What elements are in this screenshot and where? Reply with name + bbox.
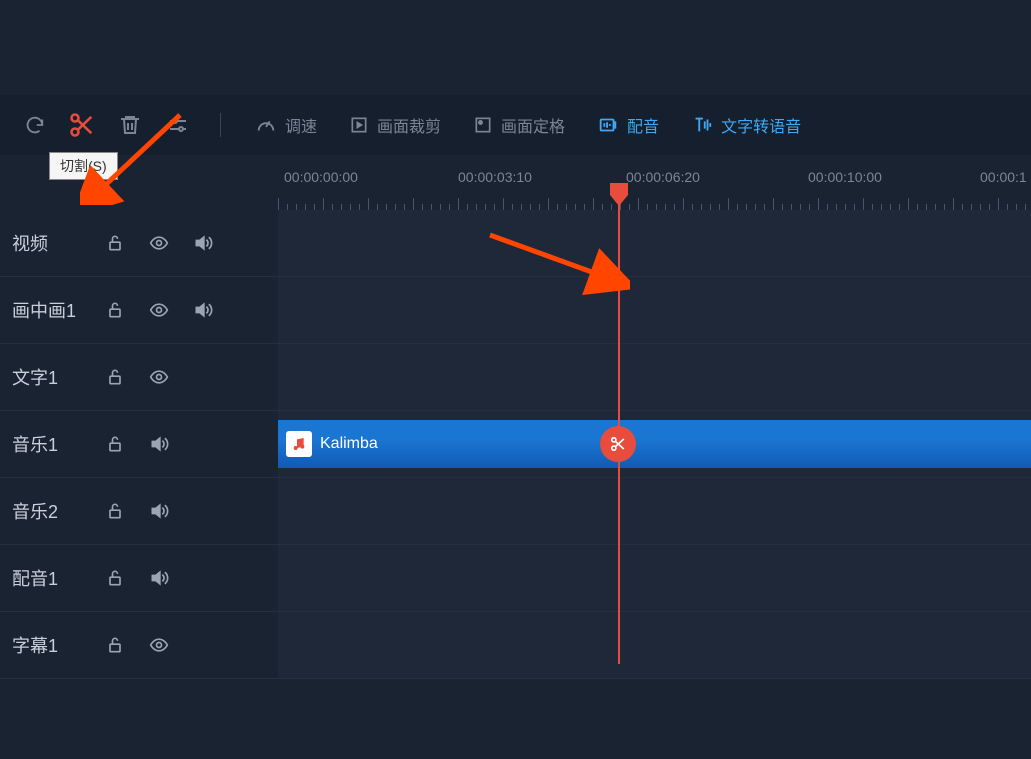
toolbar: 切割(S) 调速 画面裁剪 画面定格 配音 文字转语音: [0, 95, 1031, 155]
audio-clip[interactable]: Kalimba: [278, 420, 1031, 468]
track-lane[interactable]: Kalimba: [278, 411, 1031, 478]
voiceover-label: 配音: [627, 113, 659, 137]
lock-icon[interactable]: [102, 632, 128, 658]
track-lane[interactable]: [278, 612, 1031, 679]
crop-button[interactable]: 画面裁剪: [349, 113, 441, 137]
freeze-button[interactable]: 画面定格: [473, 113, 565, 137]
track-header: 文字1: [0, 344, 278, 411]
crop-label: 画面裁剪: [377, 113, 441, 137]
freeze-label: 画面定格: [501, 113, 565, 137]
speed-button[interactable]: 调速: [255, 113, 317, 137]
track-name-label: 音乐1: [12, 431, 84, 457]
lock-icon[interactable]: [102, 498, 128, 524]
track-name-label: 音乐2: [12, 498, 84, 524]
lock-icon[interactable]: [102, 364, 128, 390]
adjust-button[interactable]: [160, 107, 196, 143]
track-lane[interactable]: [278, 277, 1031, 344]
ruler-time: 00:00:1: [980, 169, 1027, 185]
speaker-icon[interactable]: [190, 297, 216, 323]
track-header: 字幕1: [0, 612, 278, 679]
lock-icon[interactable]: [102, 431, 128, 457]
speaker-icon[interactable]: [146, 431, 172, 457]
track-labels-panel: 视频画中画1 文字1 音乐1 音乐2 配音1 字幕1: [0, 155, 278, 664]
clip-name-label: Kalimba: [320, 435, 378, 453]
eye-icon[interactable]: [146, 364, 172, 390]
timeline-ruler[interactable]: 00:00:00:00 00:00:03:10 00:00:06:20 00:00:1…: [278, 155, 1031, 210]
tts-button[interactable]: 文字转语音: [691, 113, 801, 137]
track-header: 视频: [0, 210, 278, 277]
tts-label: 文字转语音: [721, 113, 801, 137]
track-lane[interactable]: [278, 344, 1031, 411]
speed-label: 调速: [285, 113, 317, 137]
split-marker[interactable]: [600, 426, 636, 462]
music-note-icon: [286, 431, 312, 457]
ruler-time: 00:00:06:20: [626, 169, 700, 185]
timeline-area: 视频画中画1文字1音乐1音乐2配音1字幕1 00:00:00:0000:00:0…: [0, 155, 1031, 664]
track-header: 音乐2: [0, 478, 278, 545]
eye-icon[interactable]: [146, 297, 172, 323]
speaker-icon[interactable]: [146, 565, 172, 591]
split-tooltip: 切割(S): [49, 152, 118, 180]
delete-button[interactable]: [112, 107, 148, 143]
lock-icon[interactable]: [102, 230, 128, 256]
split-button[interactable]: 切割(S): [64, 107, 100, 143]
toolbar-divider: [220, 113, 221, 137]
track-lane[interactable]: [278, 478, 1031, 545]
track-name-label: 字幕1: [12, 632, 84, 658]
voiceover-button[interactable]: 配音: [597, 113, 659, 137]
ruler-time: 00:00:00:00: [284, 169, 358, 185]
ruler-time: 00:00:03:10: [458, 169, 532, 185]
track-name-label: 配音1: [12, 565, 84, 591]
ruler-time: 00:00:10:00: [808, 169, 882, 185]
track-header: 画中画1: [0, 277, 278, 344]
speaker-icon[interactable]: [146, 498, 172, 524]
redo-button[interactable]: [16, 107, 52, 143]
lock-icon[interactable]: [102, 297, 128, 323]
eye-icon[interactable]: [146, 230, 172, 256]
ruler-spacer: [0, 155, 278, 210]
playhead-marker-icon: [609, 182, 629, 207]
track-name-label: 视频: [12, 230, 84, 256]
track-lane[interactable]: [278, 210, 1031, 277]
track-header: 配音1: [0, 545, 278, 612]
lock-icon[interactable]: [102, 565, 128, 591]
tracks-content[interactable]: 00:00:00:00 00:00:03:10 00:00:06:20 00:00:1…: [278, 155, 1031, 664]
track-name-label: 文字1: [12, 364, 84, 390]
track-name-label: 画中画1: [12, 297, 84, 323]
eye-icon[interactable]: [146, 632, 172, 658]
track-lane[interactable]: [278, 545, 1031, 612]
track-header: 音乐1: [0, 411, 278, 478]
speaker-icon[interactable]: [190, 230, 216, 256]
